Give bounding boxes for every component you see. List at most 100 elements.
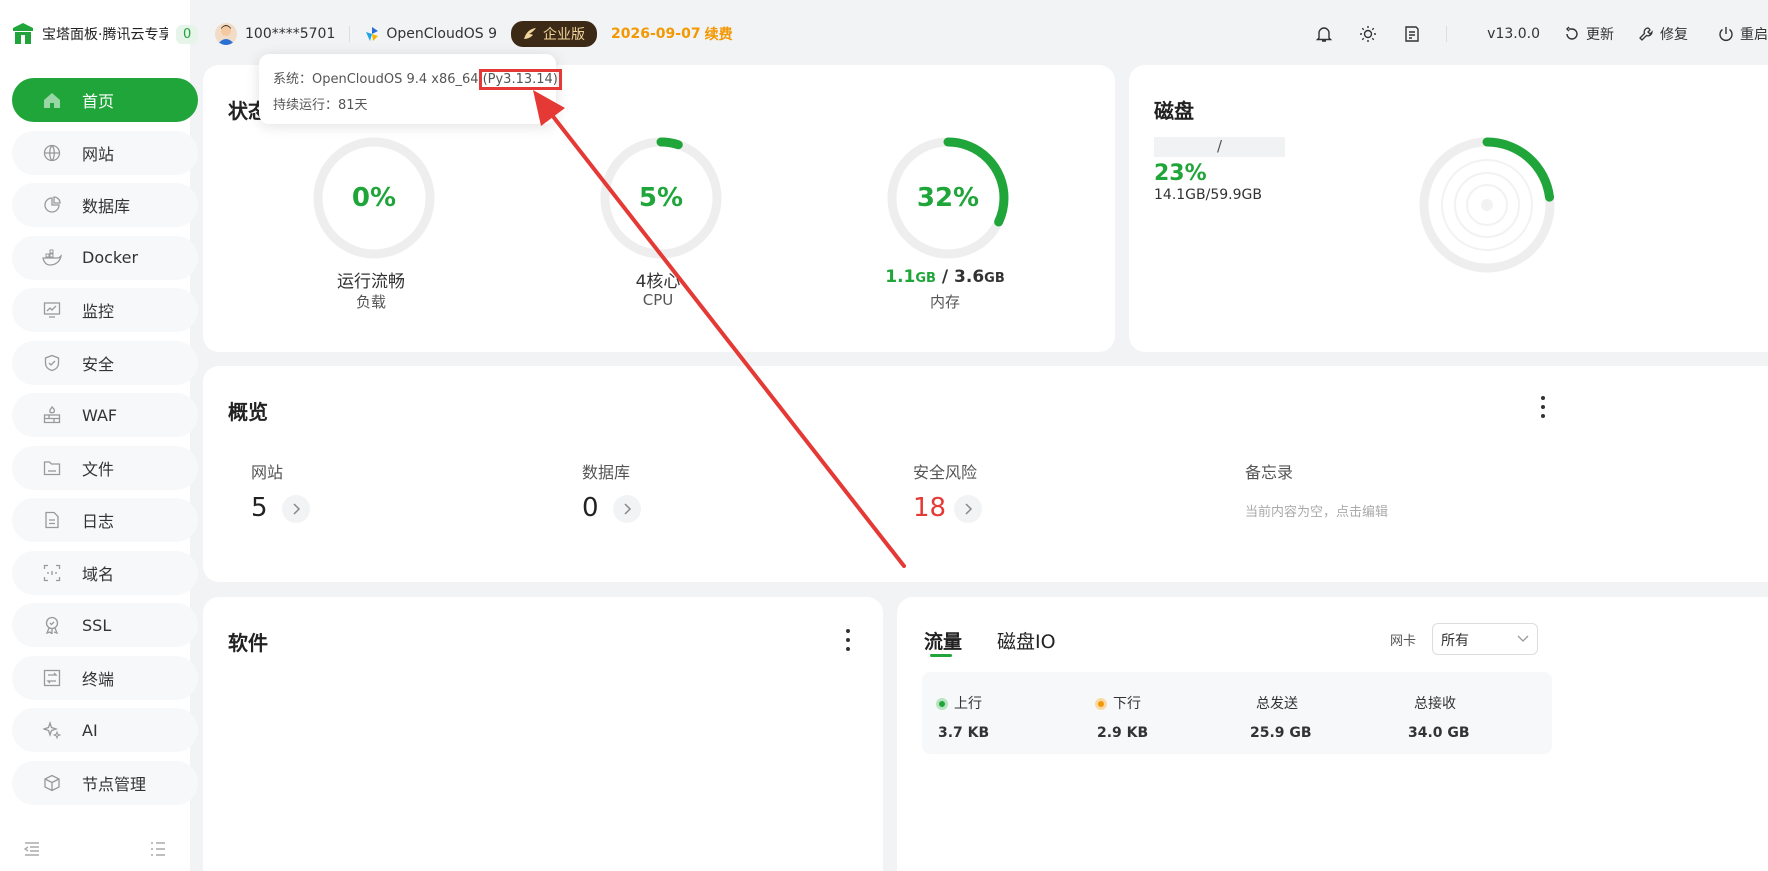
brand[interactable]: 宝塔面板·腾讯云专享版 0: [12, 20, 199, 48]
divider: [1446, 26, 1448, 42]
refresh-icon: [1566, 26, 1578, 40]
disk-card: 磁盘 / 23% 14.1GB/59.9GB: [1129, 65, 1768, 352]
menu-list-icon[interactable]: [150, 841, 166, 856]
os-name: OpenCloudOS 9: [386, 26, 498, 42]
repair-button[interactable]: 修复: [1638, 24, 1688, 44]
memory-usage: 1.1GB / 3.6GB: [845, 267, 1045, 287]
sidebar-item-label: WAF: [82, 405, 118, 425]
version-label: v13.0.0: [1487, 26, 1540, 42]
enterprise-badge[interactable]: 企业版: [511, 21, 598, 47]
chevron-right-icon[interactable]: [954, 495, 982, 523]
sidebar-item-terminal[interactable]: 终端: [12, 655, 198, 700]
chevron-right-icon[interactable]: [282, 495, 310, 523]
disk-percent: 23%: [1154, 161, 1207, 186]
overview-db-count[interactable]: 0: [582, 493, 599, 523]
tab-disk-io[interactable]: 磁盘IO: [997, 627, 1056, 654]
total-recv-label: 总接收: [1414, 696, 1456, 712]
bell-icon[interactable]: [1314, 24, 1334, 44]
total-sent-label: 总发送: [1256, 696, 1298, 712]
traffic-stats: 上行 3.7 KB 下行 2.9 KB 总发送 25.9 GB 总接收 34.0…: [922, 672, 1552, 754]
load-value: 0%: [351, 183, 397, 213]
memory-value: 32%: [916, 183, 980, 213]
database-icon: [42, 195, 62, 215]
overview-site-count[interactable]: 5: [251, 493, 268, 523]
edition-label: 企业版: [543, 27, 586, 43]
nic-select[interactable]: 所有: [1432, 623, 1538, 655]
disk-usage: 14.1GB/59.9GB: [1154, 187, 1262, 203]
sidebar-item-label: Docker: [82, 248, 139, 267]
docker-icon: [42, 248, 62, 268]
wrench-icon: [1639, 27, 1653, 41]
topbar: 100****5701 OpenCloudOS 9 企业版 2026-09-07…: [215, 18, 1768, 50]
opencloudos-logo-icon: [366, 27, 379, 41]
sidebar-item-log[interactable]: 日志: [12, 498, 198, 542]
sidebar-item-label: 文件: [82, 459, 115, 479]
sidebar-item-label: 网站: [82, 144, 115, 164]
sidebar-footer: [0, 826, 190, 871]
disk-gauge[interactable]: [1417, 135, 1557, 275]
sidebar-item-label: 节点管理: [82, 774, 147, 794]
sidebar-item-label: 首页: [82, 92, 115, 111]
sidebar-item-shield[interactable]: 安全: [12, 340, 198, 385]
notification-badge[interactable]: 0: [176, 24, 199, 44]
restart-button[interactable]: 重启: [1718, 24, 1768, 44]
sidebar-item-ssl[interactable]: SSL: [12, 603, 198, 647]
sidebar-item-firewall[interactable]: WAF: [12, 393, 198, 437]
user-account[interactable]: 100****5701: [215, 23, 335, 45]
topbar-actions: v13.0.0 更新 修复 重启: [1290, 18, 1768, 50]
terminal-icon: [42, 668, 62, 688]
overview-site-label: 网站: [251, 463, 284, 482]
chevron-down-icon: [1517, 635, 1529, 642]
cpu-gauge[interactable]: 5%: [598, 135, 724, 261]
upstream-label: 上行: [936, 693, 982, 713]
sidebar-item-docker[interactable]: Docker: [12, 235, 198, 280]
software-more-icon[interactable]: [845, 629, 851, 651]
ai-icon: [42, 720, 62, 740]
sidebar-item-monitor[interactable]: 监控: [12, 288, 198, 332]
os-info[interactable]: OpenCloudOS 9: [364, 26, 497, 42]
renew-link[interactable]: 续费: [705, 24, 733, 44]
nic-value: 所有: [1441, 633, 1469, 649]
memory-total: 3.6: [954, 267, 985, 287]
sidebar: 宝塔面板·腾讯云专享版 0 首页网站数据库 Docker 监控安全 WAF 文件日志域名…: [0, 0, 199, 871]
expire-date: 2026-09-07: [611, 26, 701, 42]
memo-label: 备忘录: [1245, 463, 1294, 482]
disk-path[interactable]: /: [1154, 137, 1285, 157]
total-recv-value: 34.0 GB: [1408, 725, 1470, 741]
sidebar-item-ai[interactable]: AI: [12, 708, 198, 752]
disk-title: 磁盘: [1154, 99, 1194, 123]
memory-total-unit: GB: [984, 271, 1005, 286]
memo-text[interactable]: 当前内容为空，点击编辑: [1245, 501, 1388, 520]
software-title: 软件: [228, 631, 268, 655]
update-label: 更新: [1586, 27, 1614, 43]
sidebar-item-domain[interactable]: 域名: [12, 550, 198, 595]
memory-gauge[interactable]: 32%: [885, 135, 1011, 261]
sidebar-nav: 首页网站数据库 Docker 监控安全 WAF 文件日志域名 SSL 终端 AI 节点管理: [12, 78, 198, 813]
cpu-label: 4核心: [635, 272, 681, 292]
memory-used-unit: GB: [915, 271, 936, 286]
sidebar-item-home[interactable]: 首页: [12, 78, 198, 122]
collapse-menu-icon[interactable]: [24, 841, 40, 856]
total-sent-value: 25.9 GB: [1250, 725, 1312, 741]
node-icon: [42, 773, 62, 793]
update-button[interactable]: 更新: [1564, 24, 1614, 44]
notes-icon[interactable]: [1402, 24, 1422, 44]
sidebar-item-database[interactable]: 数据库: [12, 183, 198, 227]
python-version-highlight: (Py3.13.14): [478, 69, 562, 90]
load-gauge[interactable]: 0%: [311, 135, 437, 261]
sun-icon[interactable]: [1358, 24, 1378, 44]
power-icon: [1719, 27, 1733, 41]
overview-card: 概览 网站 5 数据库 0 安全风险 18 备忘录 当前内容为空，点击编辑: [203, 366, 1768, 582]
memory-sep: /: [941, 267, 949, 287]
cpu-value: 5%: [638, 183, 684, 213]
upstream-dot-icon: [936, 698, 948, 710]
sidebar-item-node[interactable]: 节点管理: [12, 760, 198, 805]
tab-traffic[interactable]: 流量: [924, 627, 962, 654]
chevron-right-icon[interactable]: [613, 495, 641, 523]
sidebar-item-globe[interactable]: 网站: [12, 130, 198, 175]
overview-more-icon[interactable]: [1540, 396, 1546, 418]
overview-risk-count[interactable]: 18: [913, 493, 946, 523]
sidebar-item-label: AI: [82, 720, 98, 740]
sidebar-item-folder[interactable]: 文件: [12, 445, 198, 490]
restart-label: 重启: [1740, 27, 1768, 43]
